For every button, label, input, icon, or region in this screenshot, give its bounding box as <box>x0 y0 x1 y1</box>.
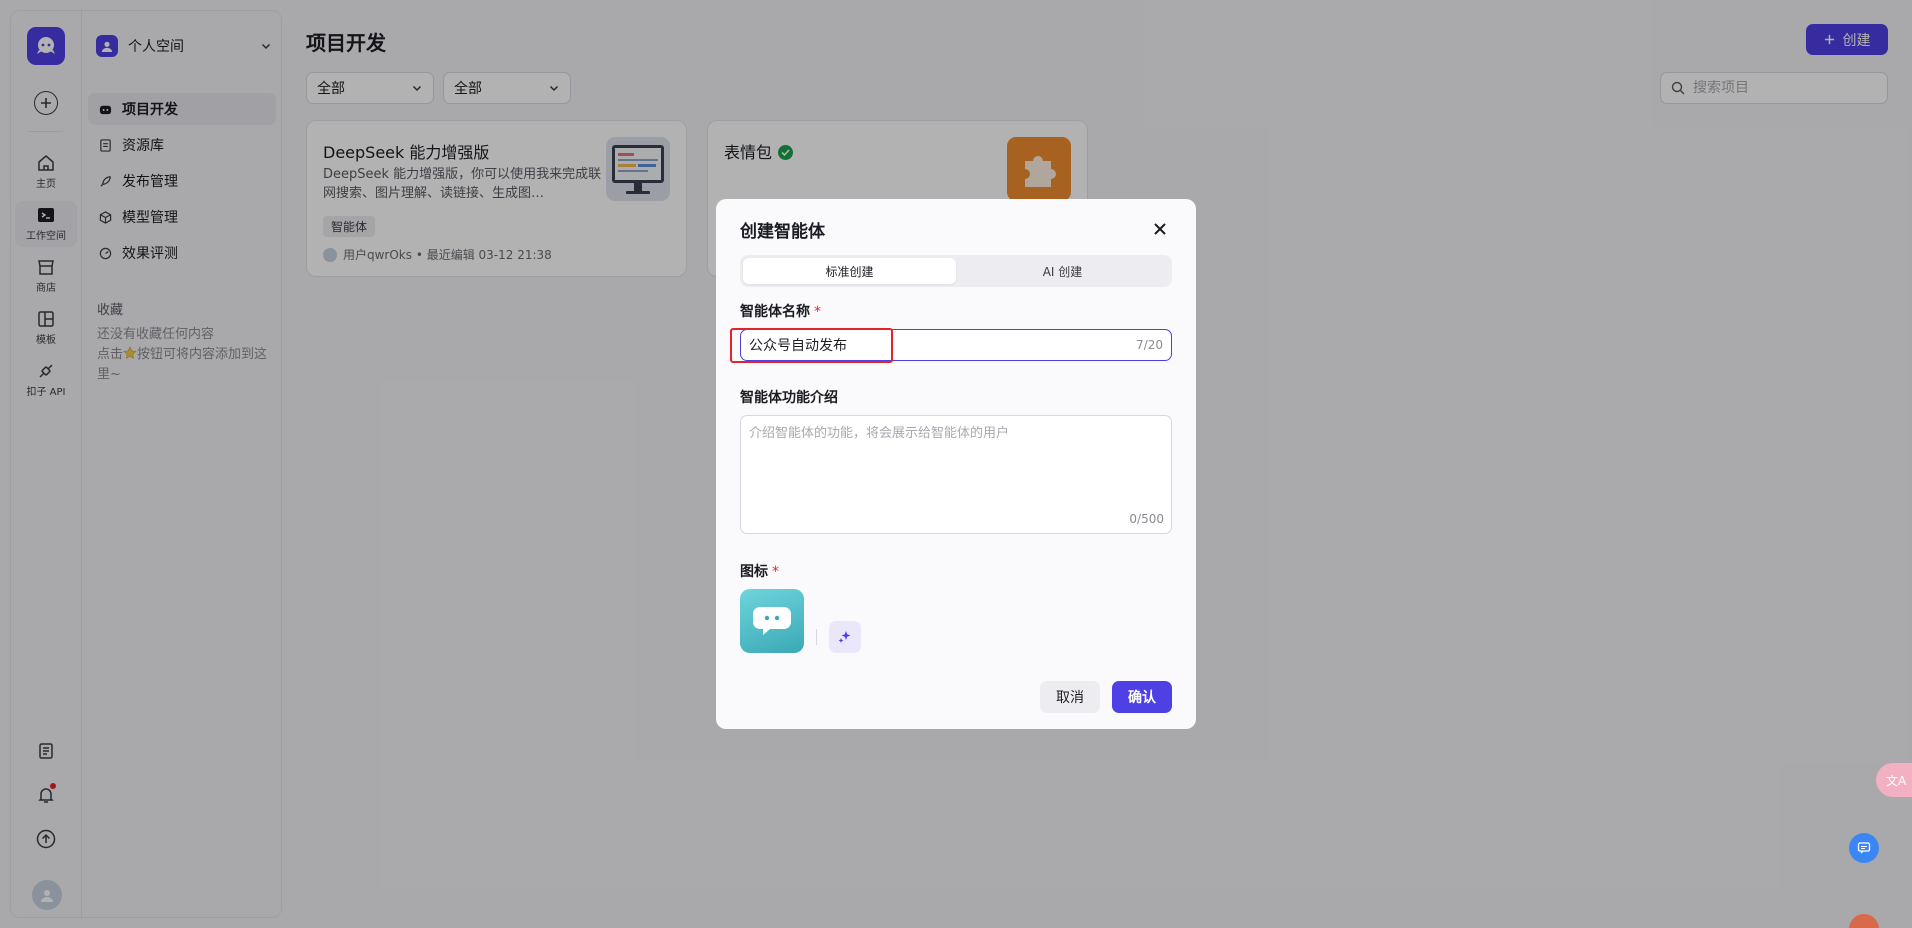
agent-description-input[interactable] <box>749 422 1163 502</box>
sparkle-icon <box>838 631 851 643</box>
name-char-counter: 7/20 <box>1136 338 1163 352</box>
translate-icon: 文A <box>1886 773 1907 788</box>
translate-widget[interactable]: 文A <box>1876 763 1912 797</box>
create-mode-tabs: 标准创建 AI 创建 <box>740 255 1172 287</box>
confirm-button[interactable]: 确认 <box>1112 681 1172 713</box>
icon-label-text: 图标 <box>740 564 768 580</box>
name-label-text: 智能体名称 <box>740 304 810 320</box>
icon-divider <box>816 629 817 645</box>
name-field-label: 智能体名称 * <box>740 301 821 321</box>
description-char-counter: 0/500 <box>1129 512 1164 526</box>
ai-generate-icon-button[interactable] <box>829 621 861 653</box>
tab-standard-create[interactable]: 标准创建 <box>743 258 956 284</box>
required-mark: * <box>772 564 779 580</box>
icon-field-label: 图标 * <box>740 561 779 581</box>
tab-ai-create[interactable]: AI 创建 <box>956 258 1169 284</box>
create-agent-dialog: 创建智能体 标准创建 AI 创建 智能体名称* 7/20 智能体功能介绍 0/5… <box>716 199 1196 729</box>
chat-bubble-icon[interactable] <box>740 589 804 653</box>
close-icon[interactable] <box>1150 219 1170 239</box>
cancel-button[interactable]: 取消 <box>1040 681 1100 713</box>
dialog-title: 创建智能体 <box>740 222 825 242</box>
description-field-label: 智能体功能介绍 <box>740 390 838 406</box>
agent-description-field: 0/500 <box>740 415 1172 534</box>
required-mark: * <box>814 304 821 320</box>
chat-support-icon[interactable] <box>1849 833 1879 863</box>
annotation-highlight-box <box>730 328 893 363</box>
